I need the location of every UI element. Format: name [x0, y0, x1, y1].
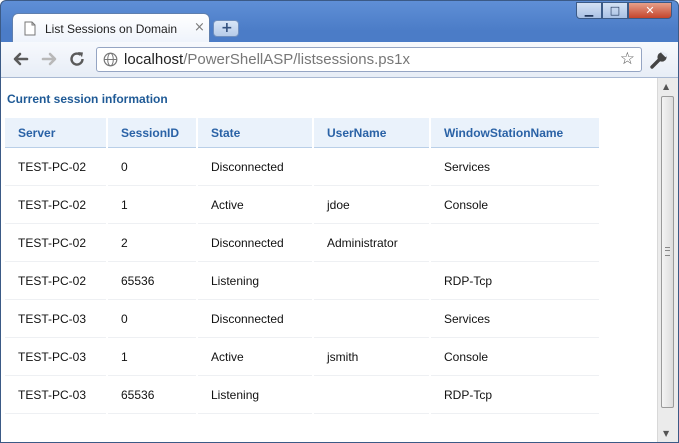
table-cell: TEST-PC-03: [5, 337, 107, 376]
table-cell: [429, 223, 599, 262]
table-cell: TEST-PC-02: [5, 223, 107, 262]
table-cell: 0: [106, 299, 197, 338]
table-row: TEST-PC-03 1 Active jsmith Console: [5, 337, 599, 376]
table-cell: Disconnected: [196, 299, 313, 338]
table-cell: 1: [106, 185, 197, 224]
page-content: Current session information Server Sessi…: [1, 78, 657, 442]
table-row: TEST-PC-02 0 Disconnected Services: [5, 147, 599, 186]
table-row: TEST-PC-03 65536 Listening RDP-Tcp: [5, 375, 599, 414]
tab-close-icon[interactable]: ×: [194, 20, 205, 35]
window-controls: ▁ □ ✕: [576, 2, 672, 20]
table-cell: 2: [106, 223, 197, 262]
table-cell: Services: [429, 299, 599, 338]
sessions-table: Server SessionID State UserName WindowSt…: [5, 118, 599, 414]
column-header: SessionID: [106, 118, 197, 148]
table-cell: TEST-PC-02: [5, 261, 107, 300]
table-cell: Active: [196, 185, 313, 224]
page-heading: Current session information: [7, 92, 168, 106]
tab-title: List Sessions on Domain: [45, 22, 178, 36]
wrench-icon[interactable]: [649, 50, 669, 70]
column-header: UserName: [312, 118, 430, 148]
table-row: TEST-PC-02 2 Disconnected Administrator: [5, 223, 599, 262]
plus-icon: +: [221, 20, 233, 36]
table-cell: 0: [106, 147, 197, 186]
table-cell: [312, 261, 430, 300]
reload-icon[interactable]: [67, 49, 87, 69]
table-cell: [312, 147, 430, 186]
tab-list-sessions[interactable]: List Sessions on Domain ×: [12, 13, 210, 43]
column-header: WindowStationName: [429, 118, 599, 148]
table-cell: Listening: [196, 375, 313, 414]
table-cell: Console: [429, 337, 599, 376]
table-row: TEST-PC-02 65536 Listening RDP-Tcp: [5, 261, 599, 300]
table-row: TEST-PC-03 0 Disconnected Services: [5, 299, 599, 338]
vertical-scrollbar[interactable]: ▲ ▼: [657, 78, 678, 442]
browser-toolbar: localhost/PowerShellASP/listsessions.ps1…: [1, 42, 678, 78]
bookmark-star-icon[interactable]: ☆: [620, 49, 635, 69]
table-cell: jsmith: [312, 337, 430, 376]
table-cell: [312, 375, 430, 414]
url-text: localhost/PowerShellASP/listsessions.ps1…: [124, 51, 410, 68]
table-cell: 1: [106, 337, 197, 376]
forward-arrow-icon[interactable]: [39, 49, 59, 69]
table-cell: 65536: [106, 261, 197, 300]
table-header-row: Server SessionID State UserName WindowSt…: [5, 118, 599, 148]
grip-icon: [665, 247, 670, 256]
table-cell: Disconnected: [196, 223, 313, 262]
scrollbar-thumb[interactable]: [661, 96, 674, 408]
table-cell: RDP-Tcp: [429, 261, 599, 300]
table-row: TEST-PC-02 1 Active jdoe Console: [5, 185, 599, 224]
url-path: /PowerShellASP/listsessions.ps1x: [183, 51, 410, 68]
table-cell: Disconnected: [196, 147, 313, 186]
table-cell: TEST-PC-02: [5, 147, 107, 186]
page-icon: [24, 21, 36, 36]
table-cell: jdoe: [312, 185, 430, 224]
scroll-down-arrow-icon[interactable]: ▼: [663, 429, 669, 438]
table-cell: TEST-PC-03: [5, 299, 107, 338]
table-cell: [312, 299, 430, 338]
close-window-button[interactable]: ✕: [628, 2, 672, 19]
table-cell: Listening: [196, 261, 313, 300]
table-cell: Console: [429, 185, 599, 224]
table-cell: Services: [429, 147, 599, 186]
url-host: localhost: [124, 51, 184, 68]
new-tab-button[interactable]: +: [213, 20, 239, 37]
table-cell: Administrator: [312, 223, 430, 262]
column-header: Server: [5, 118, 107, 148]
table-cell: TEST-PC-03: [5, 375, 107, 414]
maximize-button[interactable]: □: [602, 2, 628, 19]
globe-icon: [103, 52, 118, 67]
table-cell: Active: [196, 337, 313, 376]
browser-window: List Sessions on Domain × + ▁ □ ✕ localh…: [0, 0, 679, 443]
tab-strip: List Sessions on Domain × + ▁ □ ✕: [1, 1, 678, 43]
table-cell: 65536: [106, 375, 197, 414]
column-header: State: [196, 118, 313, 148]
address-bar[interactable]: localhost/PowerShellASP/listsessions.ps1…: [96, 47, 642, 72]
table-cell: RDP-Tcp: [429, 375, 599, 414]
minimize-button[interactable]: ▁: [576, 2, 602, 19]
table-cell: TEST-PC-02: [5, 185, 107, 224]
back-arrow-icon[interactable]: [11, 49, 31, 69]
scroll-up-arrow-icon[interactable]: ▲: [663, 82, 669, 91]
